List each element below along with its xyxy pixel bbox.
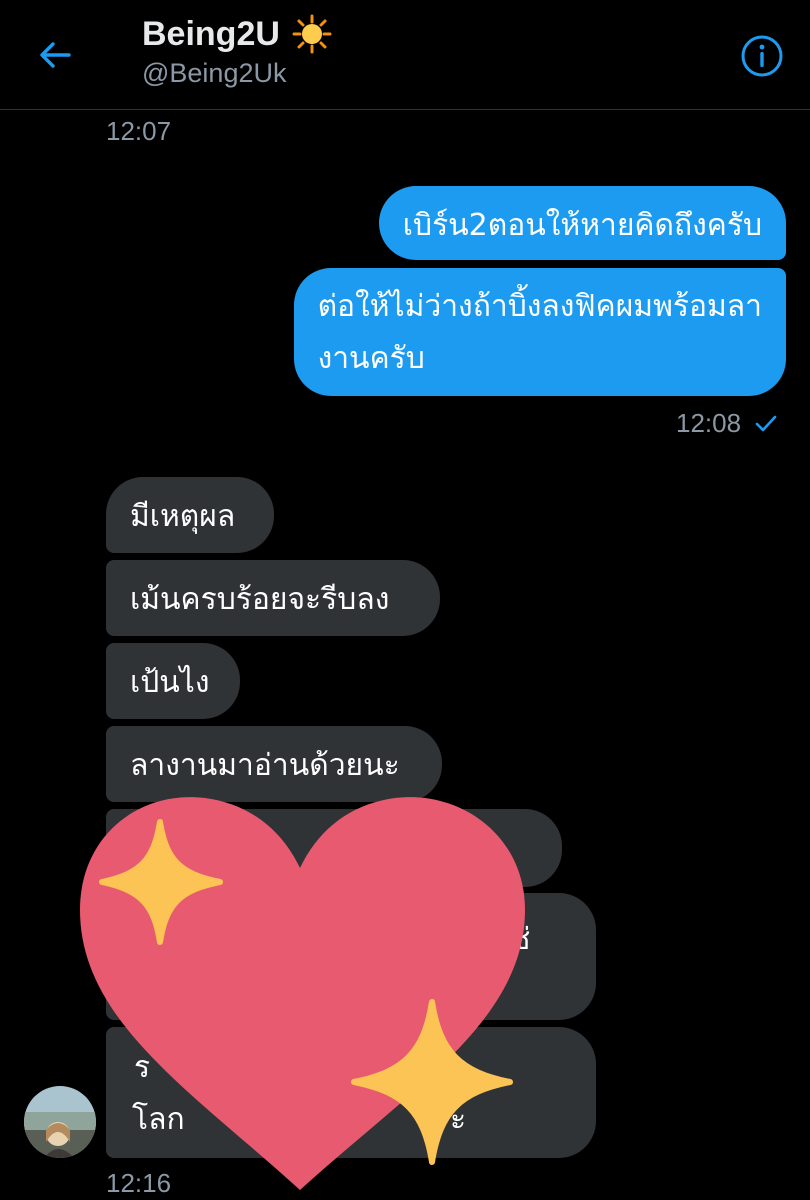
message-text-line: งานครับ: [317, 341, 425, 376]
received-message-bubble[interactable]: มีเหตุผล: [106, 477, 274, 553]
user-handle: @Being2Uk: [142, 58, 287, 88]
check-icon: [755, 415, 777, 431]
back-button[interactable]: [30, 30, 80, 80]
message-text: มีเหตุผล: [130, 499, 236, 534]
message-text: เป้นไง: [130, 665, 210, 700]
conversation-title-area[interactable]: Being2U @Being2Uk: [142, 12, 332, 89]
received-message-bubble[interactable]: เม้นครบร้อยจะรีบลง: [106, 560, 440, 636]
received-message-bubble[interactable]: เป้นไง: [106, 643, 240, 719]
message-text-line: ต่อให้ไม่ว่างถ้าบิ้งลงฟิคผมพร้อมลา: [317, 289, 762, 324]
display-name: Being2U: [142, 15, 280, 53]
message-text: ลางานมาอ่านด้วยนะ: [130, 748, 400, 783]
back-arrow-icon: [40, 42, 71, 68]
sparkling-heart-icon: [80, 797, 525, 1190]
sent-timestamp: 12:08: [676, 408, 779, 439]
message-text: เม้นครบร้อยจะรีบลง: [130, 582, 390, 617]
sent-message-bubble[interactable]: เบิร์น2ตอนให้หายคิดถึงครับ: [378, 186, 786, 260]
info-icon: [741, 35, 783, 77]
conversation-header: Being2U @Being2Uk: [0, 0, 810, 110]
message-timestamp: 12:07: [106, 116, 172, 146]
sent-message-bubble[interactable]: ต่อให้ไม่ว่างถ้าบิ้งลงฟิคผมพร้อมลา งานคร…: [293, 268, 786, 396]
timestamp-text: 12:08: [676, 408, 742, 438]
info-button[interactable]: [740, 34, 784, 78]
sun-emoji-icon: [292, 14, 332, 54]
message-text: เบิร์น2ตอนให้หายคิดถึงครับ: [402, 208, 762, 243]
conversation-title: Being2U: [142, 12, 332, 56]
